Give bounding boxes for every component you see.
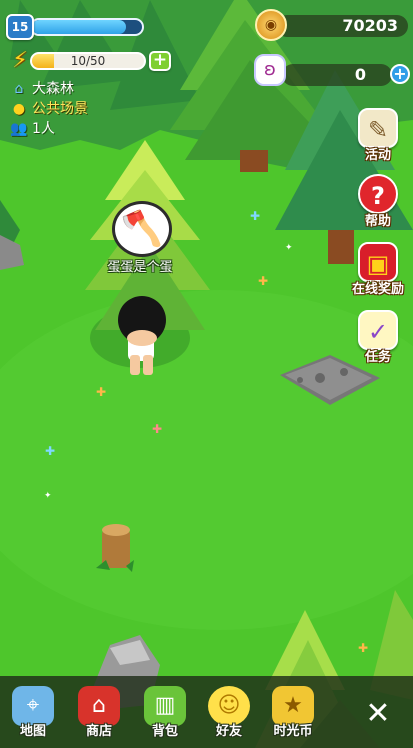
energy-value: 10/50: [70, 54, 106, 68]
add-ticket-button[interactable]: +: [390, 64, 410, 84]
help-label: 帮助: [364, 214, 391, 229]
shop-button[interactable]: ⌂ 商店: [72, 686, 126, 744]
help-button[interactable]: ? 帮助: [348, 174, 408, 234]
map-button[interactable]: ⌖ 地图: [6, 686, 60, 744]
task-notebook-icon: ✓: [358, 310, 398, 350]
people-icon: 👥: [10, 121, 28, 137]
scene-row[interactable]: ● 公共场景: [10, 99, 88, 119]
activity-button[interactable]: ✎ 活动: [348, 108, 408, 168]
backpack-label: 背包: [151, 724, 178, 739]
svg-text:✚: ✚: [96, 385, 106, 399]
shop-label: 商店: [85, 724, 112, 739]
svg-text:✚: ✚: [45, 444, 55, 458]
friends-button[interactable]: ☺ 好友: [202, 686, 256, 744]
svg-text:✚: ✚: [258, 274, 268, 288]
activity-label: 活动: [364, 148, 391, 163]
lightning-icon: ⚡: [12, 48, 28, 73]
close-toolbar-button[interactable]: ✕: [360, 696, 396, 732]
experience-bar: [30, 18, 144, 36]
close-icon: ✕: [365, 696, 391, 731]
person-icon: ●: [12, 101, 26, 117]
map-label: 地图: [19, 724, 46, 739]
ticket-balance: 0: [282, 64, 392, 86]
svg-text:✚: ✚: [250, 209, 260, 223]
population-row: 👥 1人: [10, 119, 55, 139]
bunny-ticket-icon: ʚ: [254, 54, 286, 86]
svg-text:✦: ✦: [44, 491, 52, 501]
task-label: 任务: [364, 350, 391, 365]
energy-bar: 10/50: [30, 52, 146, 70]
area-row: ⌂ 大森林: [10, 79, 74, 99]
activity-scroll-icon: ✎: [358, 108, 398, 148]
task-button[interactable]: ✓ 任务: [348, 310, 408, 370]
area-name: 大森林: [32, 81, 74, 97]
coin-balance: 70203: [276, 15, 408, 37]
energy-indicator: 10/50 ⚡: [6, 48, 146, 74]
home-icon: ⌂: [14, 81, 24, 97]
help-question-icon: ?: [358, 174, 398, 214]
axe-icon: 🪓: [120, 209, 164, 249]
time-coin-button[interactable]: ★ 时光币: [266, 686, 320, 744]
svg-text:✚: ✚: [358, 641, 368, 655]
backpack-button[interactable]: ▥ 背包: [138, 686, 192, 744]
coin-icon: ◉: [255, 9, 287, 41]
online-reward-label: 在线奖励: [351, 282, 404, 297]
experience-bar-fill: [32, 20, 126, 34]
svg-text:✚: ✚: [152, 422, 162, 436]
time-coin-label: 时光币: [273, 724, 313, 739]
svg-text:✦: ✦: [285, 243, 293, 253]
friends-label: 好友: [215, 724, 242, 739]
scene-name: 公共场景: [32, 101, 88, 117]
player-name: 蛋蛋是个蛋: [107, 260, 173, 275]
treasure-chest-icon: ▣: [358, 242, 398, 282]
level-indicator: 15: [6, 14, 144, 40]
level-badge: 15: [6, 14, 34, 40]
population-count: 1人: [32, 121, 55, 137]
online-reward-button[interactable]: ▣ 在线奖励: [344, 242, 412, 302]
add-energy-button[interactable]: +: [149, 51, 171, 71]
chop-axe-action-button[interactable]: 🪓: [112, 201, 172, 257]
